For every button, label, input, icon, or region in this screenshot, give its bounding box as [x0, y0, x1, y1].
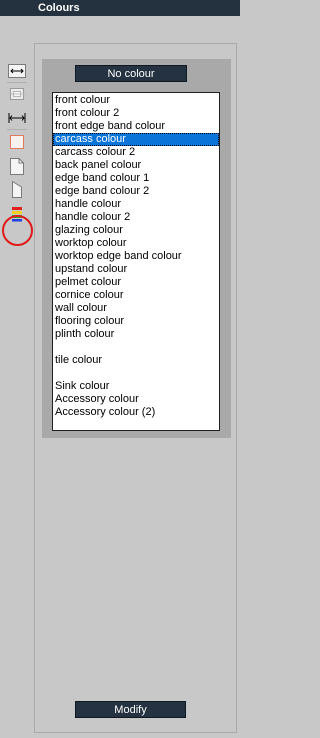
- colour-list-item[interactable]: handle colour: [53, 198, 219, 211]
- panel-title: Colours: [0, 0, 240, 16]
- colour-list-item[interactable]: flooring colour: [53, 315, 219, 328]
- colour-list-item[interactable]: plinth colour: [53, 328, 219, 341]
- horizontal-arrows-icon[interactable]: [7, 109, 27, 127]
- colour-list-item[interactable]: front colour 2: [53, 107, 219, 120]
- colour-list-item[interactable]: handle colour 2: [53, 211, 219, 224]
- colour-list-item[interactable]: edge band colour 1: [53, 172, 219, 185]
- selection-highlight-ring: [2, 215, 33, 246]
- colours-panel: No colour front colour front colour 2 fron…: [34, 43, 237, 733]
- colour-list-item[interactable]: cornice colour: [53, 289, 219, 302]
- colour-list-item[interactable]: worktop edge band colour: [53, 250, 219, 263]
- cabinet-front-icon[interactable]: [7, 85, 27, 103]
- no-colour-button[interactable]: No colour: [75, 65, 187, 82]
- colour-list-item[interactable]: [53, 341, 219, 354]
- page-icon[interactable]: [7, 157, 27, 175]
- colour-list-item[interactable]: back panel colour: [53, 159, 219, 172]
- colour-list-item[interactable]: Accessory colour: [53, 393, 219, 406]
- colour-list-item[interactable]: Accessory colour (2): [53, 406, 219, 419]
- colour-list-item[interactable]: Sink colour: [53, 380, 219, 393]
- colour-list-item[interactable]: wall colour: [53, 302, 219, 315]
- colour-list-item[interactable]: front edge band colour: [53, 120, 219, 133]
- width-arrows-icon[interactable]: [7, 62, 27, 80]
- colour-list-item[interactable]: [53, 367, 219, 380]
- colour-list-item[interactable]: edge band colour 2: [53, 185, 219, 198]
- colour-list-item[interactable]: front colour: [53, 94, 219, 107]
- colour-list-item[interactable]: tile colour: [53, 354, 219, 367]
- colour-list-item[interactable]: carcass colour: [53, 133, 219, 146]
- red-square-icon[interactable]: [7, 133, 27, 151]
- colour-list-item[interactable]: pelmet colour: [53, 276, 219, 289]
- tool-strip: [0, 16, 34, 738]
- colour-list-item[interactable]: carcass colour 2: [53, 146, 219, 159]
- colour-list-item[interactable]: worktop colour: [53, 237, 219, 250]
- colour-listbox[interactable]: front colour front colour 2 front edge ban…: [52, 92, 220, 431]
- colour-list-item[interactable]: glazing colour: [53, 224, 219, 237]
- modify-button[interactable]: Modify: [75, 701, 186, 718]
- side-panel-icon[interactable]: [7, 180, 27, 198]
- colour-list-group: No colour front colour front colour 2 fron…: [42, 59, 231, 438]
- colour-list-item[interactable]: upstand colour: [53, 263, 219, 276]
